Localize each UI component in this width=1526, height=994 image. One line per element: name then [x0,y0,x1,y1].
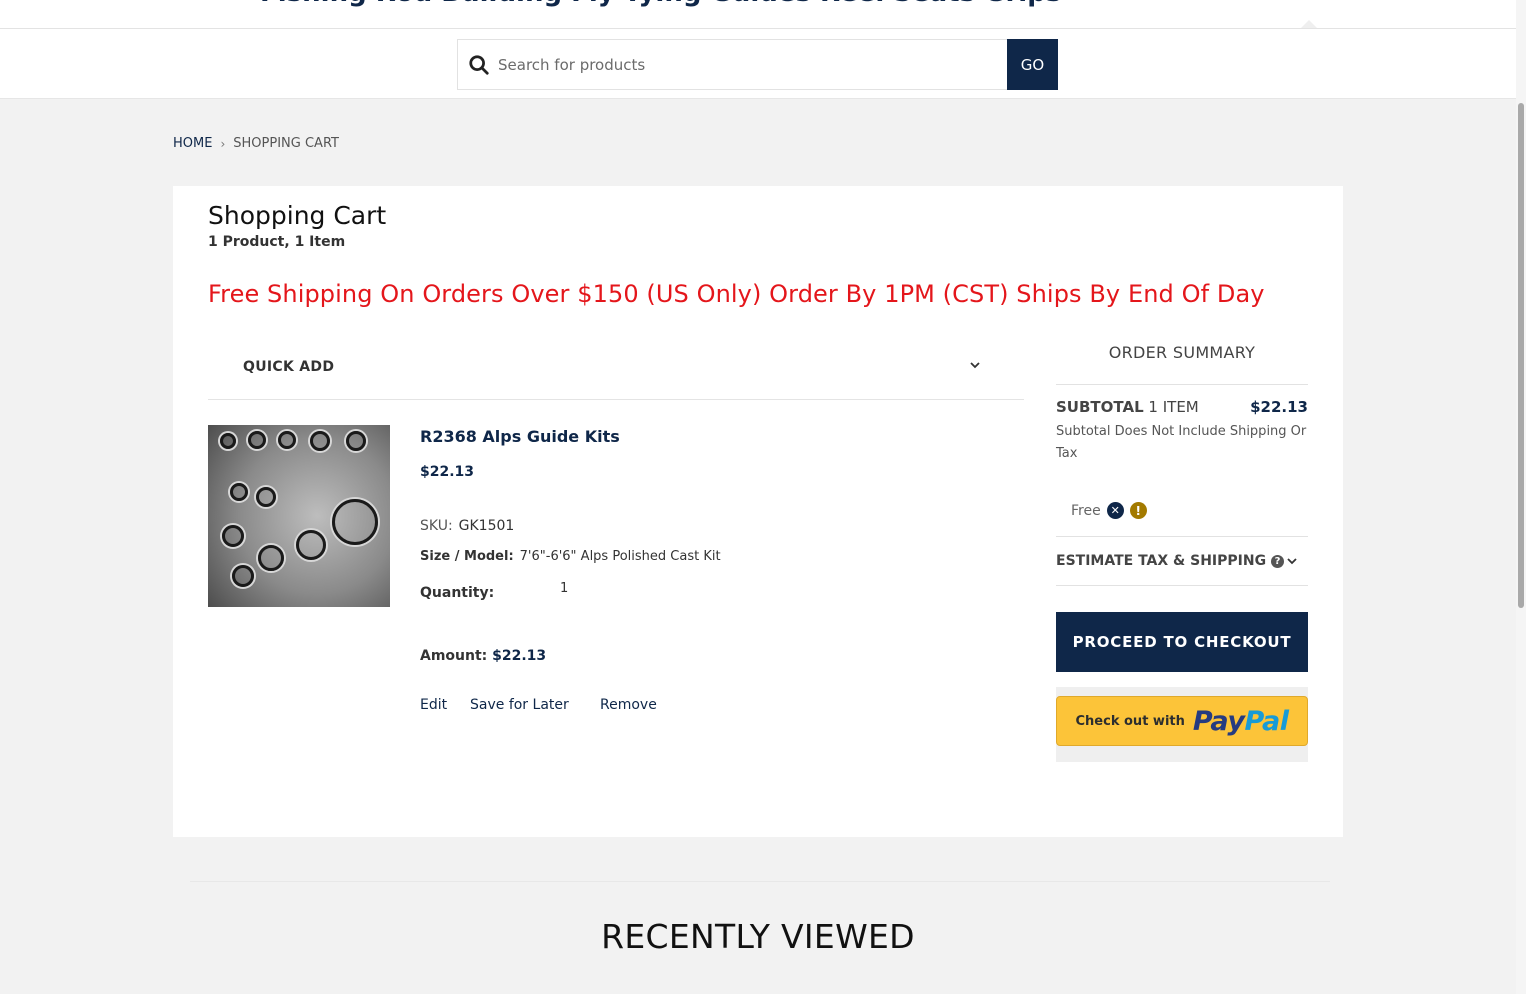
breadcrumb: HOME › SHOPPING CART [173,136,339,151]
quantity-value[interactable]: 1 [560,581,568,596]
chevron-down-icon [970,362,980,369]
search-icon [469,55,489,75]
cart-panel: Shopping Cart 1 Product, 1 Item Free Shi… [173,186,1343,837]
warning-icon[interactable]: ! [1129,502,1147,519]
help-icon[interactable]: ? [1271,554,1285,568]
edit-link[interactable]: Edit [420,697,447,713]
recently-viewed-heading: RECENTLY VIEWED [601,917,915,956]
scrollbar-thumb[interactable] [1518,103,1524,608]
product-name-link[interactable]: R2368 Alps Guide Kits [420,427,620,446]
proceed-to-checkout-button[interactable]: PROCEED TO CHECKOUT [1056,612,1308,672]
estimate-tax-shipping-toggle[interactable]: ESTIMATE TAX & SHIPPING ? [1056,553,1308,569]
remove-circle-icon[interactable]: ✕ [1106,502,1124,519]
search-input[interactable] [498,40,1006,89]
amount-row: Amount: $22.13 [420,648,546,664]
cart-count: 1 Product, 1 Item [208,234,346,250]
shipping-free-label: Free [1071,502,1101,519]
amount-label: Amount: [420,648,488,664]
quick-add-label: QUICK ADD [243,359,335,375]
divider [1056,536,1308,537]
page-scrollbar[interactable] [1516,0,1526,994]
top-nav-strip: Fishing Rod Building Fly Tying Guides Re… [0,0,1516,29]
search-bar: GO [457,39,1058,90]
breadcrumb-current: SHOPPING CART [233,136,339,151]
breadcrumb-home-link[interactable]: HOME [173,136,212,151]
chevron-down-icon [1287,558,1297,565]
paypal-checkout-button[interactable]: Check out with PayPal [1056,696,1308,746]
size-row: Size / Model: 7'6"-6'6" Alps Polished Cas… [420,549,721,564]
product-image[interactable] [208,425,390,607]
search-go-button[interactable]: GO [1007,39,1058,90]
estimate-label: ESTIMATE TAX & SHIPPING [1056,553,1267,569]
sku-row: SKU: GK1501 [420,518,514,534]
site-header: Fishing Rod Building Fly Tying Guides Re… [0,0,1516,99]
size-value: 7'6"-6'6" Alps Polished Cast Kit [519,549,721,564]
quantity-label: Quantity: [420,585,495,601]
subtotal-amount: $22.13 [1250,398,1308,416]
quick-add-toggle[interactable]: QUICK ADD [208,336,1024,400]
paypal-logo: PayPal [1192,705,1289,737]
subtotal-items: 1 ITEM [1148,398,1199,416]
sku-value: GK1501 [458,518,515,534]
amount-value: $22.13 [492,648,547,664]
size-label: Size / Model: [420,549,514,564]
shipping-promo-banner: Free Shipping On Orders Over $150 (US On… [208,280,1265,308]
paypal-container: Check out with PayPal [1056,687,1308,762]
shipping-free-row: Free ✕ ! [1071,502,1147,519]
paypal-prefix: Check out with [1075,713,1185,729]
subtotal-row: SUBTOTAL 1 ITEM $22.13 [1056,398,1308,416]
divider [1056,585,1308,586]
divider [1056,384,1308,385]
chevron-right-icon: › [220,136,226,151]
order-summary-title: ORDER SUMMARY [1108,343,1256,362]
subtotal-label: SUBTOTAL [1056,398,1144,416]
sku-label: SKU: [420,518,453,534]
page-title: Shopping Cart [208,201,387,230]
save-for-later-link[interactable]: Save for Later [470,697,569,713]
clipped-heading: Fishing Rod Building Fly Tying Guides Re… [260,0,1061,8]
remove-link[interactable]: Remove [600,697,657,713]
section-divider [190,881,1330,882]
product-price: $22.13 [420,464,475,480]
dropdown-caret [1300,20,1318,28]
subtotal-note: Subtotal Does Not Include Shipping Or Ta… [1056,424,1307,461]
